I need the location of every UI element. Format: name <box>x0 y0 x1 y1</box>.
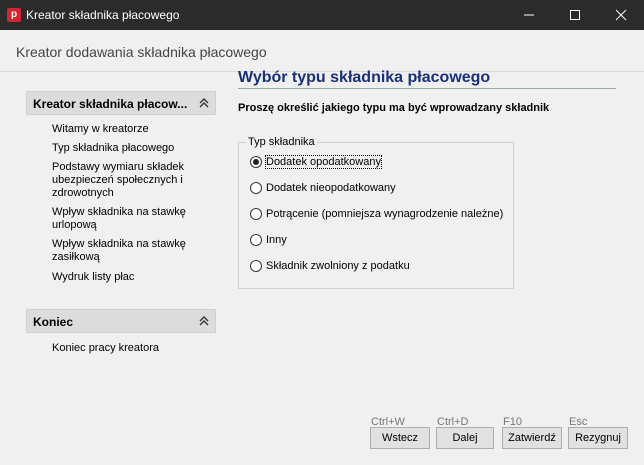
sidebar-group-end[interactable]: Koniec <box>26 309 216 333</box>
sidebar-item-welcome[interactable]: Witamy w kreatorze <box>52 123 212 136</box>
radio-button[interactable] <box>250 156 262 168</box>
radio-non-taxable-allowance[interactable]: Dodatek nieopodatkowany <box>250 180 396 196</box>
minimize-button[interactable] <box>506 0 552 30</box>
close-icon <box>615 9 627 21</box>
sidebar-group-title: Kreator składnika płacow... <box>33 97 188 111</box>
sidebar-item-sickness-rate[interactable]: Wpływ składnika na stawkę zasiłkową <box>52 238 212 264</box>
maximize-button[interactable] <box>552 0 598 30</box>
groupbox-legend: Typ składnika <box>246 136 317 148</box>
sidebar-item-payroll-printout[interactable]: Wydruk listy płac <box>52 271 212 284</box>
radio-tax-exempt[interactable]: Składnik zwolniony z podatku <box>250 258 410 274</box>
sidebar-item-contribution-base[interactable]: Podstawy wymiaru składek ubezpieczeń spo… <box>52 161 212 200</box>
title-bar[interactable]: p Kreator składnika płacowego <box>0 0 644 30</box>
radio-button[interactable] <box>250 208 262 220</box>
radio-button[interactable] <box>250 260 262 272</box>
sidebar-item-vacation-rate[interactable]: Wpływ składnika na stawkę urlopową <box>52 206 212 232</box>
radio-label[interactable]: Inny <box>266 234 287 246</box>
app-icon: p <box>7 8 21 22</box>
minimize-icon <box>524 14 534 16</box>
instruction-text: Proszę określić jakiego typu ma być wpro… <box>238 102 550 114</box>
radio-label[interactable]: Składnik zwolniony z podatku <box>266 260 410 272</box>
sidebar-item-finish[interactable]: Koniec pracy kreatora <box>52 342 212 355</box>
radio-taxable-allowance[interactable]: Dodatek opodatkowany <box>250 154 382 170</box>
cancel-button[interactable]: Rezygnuj <box>568 427 628 449</box>
sidebar-group-wizard[interactable]: Kreator składnika płacow... <box>26 91 216 115</box>
back-button[interactable]: Wstecz <box>370 427 430 449</box>
radio-label[interactable]: Dodatek opodatkowany <box>265 155 382 169</box>
radio-button[interactable] <box>250 234 262 246</box>
maximize-icon <box>570 10 580 20</box>
next-button[interactable]: Dalej <box>436 427 494 449</box>
confirm-button[interactable]: Zatwierdź <box>502 427 562 449</box>
radio-deduction[interactable]: Potrącenie (pomniejsza wynagrodzenie nal… <box>250 206 503 222</box>
sidebar-item-type[interactable]: Typ składnika płacowego <box>52 142 212 155</box>
radio-label[interactable]: Dodatek nieopodatkowany <box>266 182 396 194</box>
window-title: Kreator składnika płacowego <box>26 8 180 22</box>
close-button[interactable] <box>598 0 644 30</box>
chevron-up-double-icon[interactable] <box>199 315 209 330</box>
chevron-up-double-icon[interactable] <box>199 97 209 112</box>
radio-label[interactable]: Potrącenie (pomniejsza wynagrodzenie nal… <box>266 208 503 220</box>
radio-other[interactable]: Inny <box>250 232 287 248</box>
wizard-header-title: Kreator dodawania składnika płacowego <box>16 44 267 60</box>
radio-button[interactable] <box>250 182 262 194</box>
sidebar-group-title: Koniec <box>33 315 74 329</box>
section-title: Wybór typu składnika płacowego <box>238 69 491 86</box>
section-divider <box>238 88 616 89</box>
